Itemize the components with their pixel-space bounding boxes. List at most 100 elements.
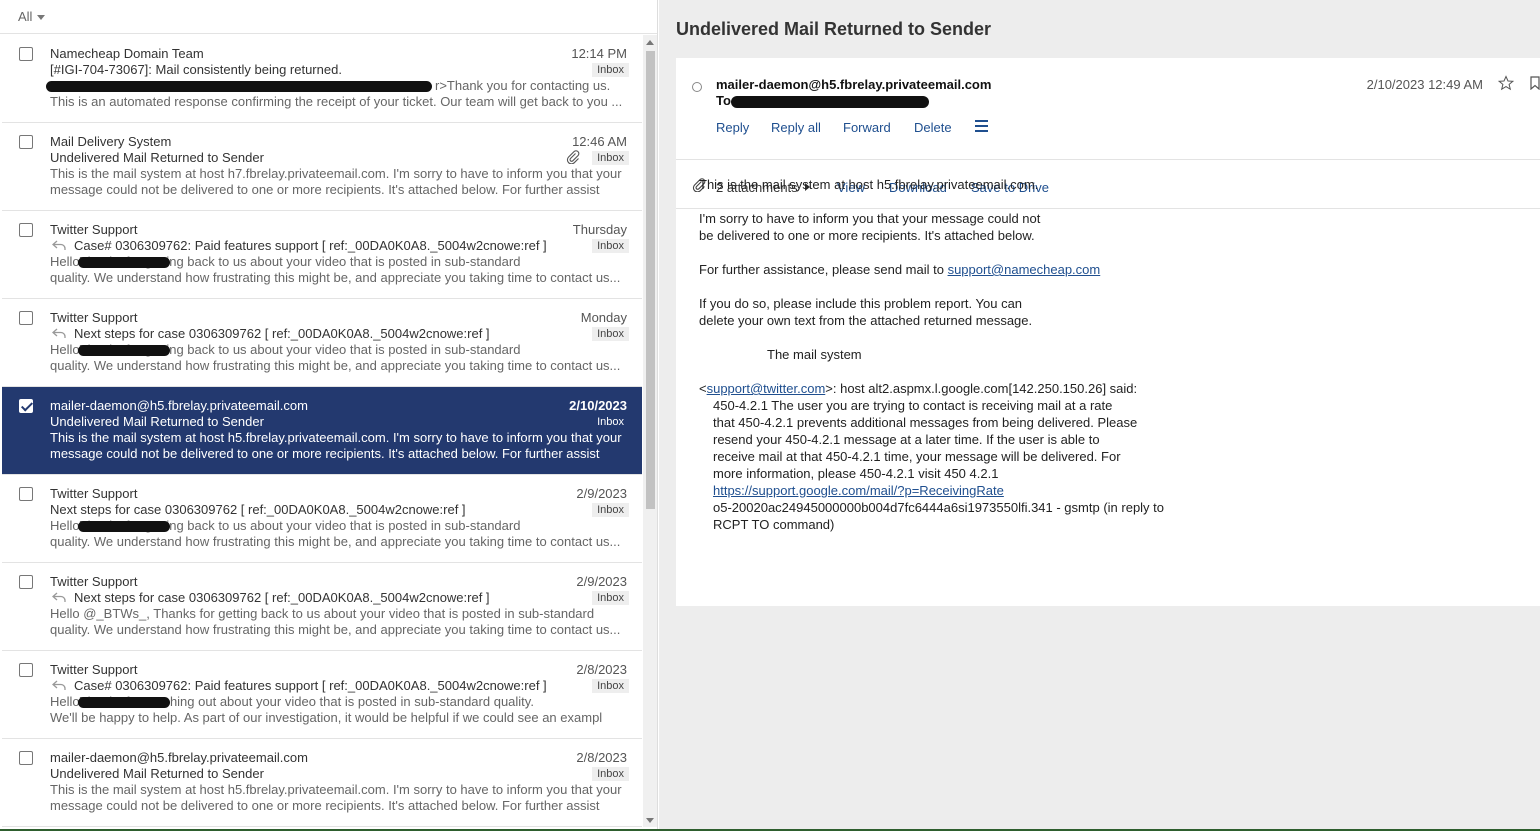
item-preview: This is the mail system at host h7.fbrel… — [50, 166, 622, 197]
select-checkbox[interactable] — [19, 47, 33, 61]
body-line: RCPT TO command) — [713, 517, 835, 532]
redacted-recipient — [731, 96, 929, 108]
body-line: be delivered to one or more recipients. … — [699, 228, 1035, 243]
scroll-up-icon[interactable] — [646, 40, 654, 45]
item-subject-text: Undelivered Mail Returned to Sender — [50, 414, 264, 429]
body-line: receive mail at that 450-4.2.1 time, you… — [713, 449, 1121, 464]
folder-badge: Inbox — [592, 63, 629, 77]
item-subject: Next steps for case 0306309762 [ ref:_00… — [50, 326, 490, 341]
folder-badge: Inbox — [592, 679, 629, 693]
select-checkbox[interactable] — [19, 311, 33, 325]
select-checkbox[interactable] — [19, 575, 33, 589]
select-checkbox[interactable] — [19, 399, 33, 413]
body-line: resend your 450-4.2.1 message at a later… — [713, 432, 1100, 447]
item-subject: Next steps for case 0306309762 [ ref:_00… — [50, 590, 490, 605]
item-subject: Case# 0306309762: Paid features support … — [50, 238, 547, 253]
message-list-item[interactable]: mailer-daemon@h5.fbrelay.privateemail.co… — [2, 387, 642, 475]
item-sender: mailer-daemon@h5.fbrelay.privateemail.co… — [50, 398, 308, 413]
google-support-link[interactable]: https://support.google.com/mail/?p=Recei… — [713, 483, 1004, 498]
body-line: https://support.google.com/mail/?p=Recei… — [699, 482, 1459, 499]
body-line: If you do so, please include this proble… — [699, 296, 1023, 311]
filter-dropdown[interactable]: All — [0, 0, 657, 34]
chevron-down-icon — [37, 15, 46, 20]
folder-badge: Inbox — [592, 239, 629, 253]
redaction-mark — [78, 257, 170, 268]
item-date: 2/9/2023 — [576, 486, 627, 501]
message-list-item[interactable]: Twitter Support 2/9/2023 Next steps for ca… — [2, 475, 642, 563]
body-line: For further assistance, please send mail… — [699, 262, 1101, 277]
twitter-support-link[interactable]: support@twitter.com — [707, 381, 826, 396]
message-list-item[interactable]: Namecheap Domain Team 12:14 PM [#IGI-704-7… — [2, 35, 642, 123]
replied-icon — [52, 240, 66, 250]
message-date: 2/10/2023 12:49 AM — [1366, 77, 1483, 92]
filter-label: All — [18, 9, 33, 24]
list-scrollbar[interactable] — [643, 35, 657, 827]
scrollbar-thumb[interactable] — [646, 51, 655, 509]
item-date: 2/9/2023 — [576, 574, 627, 589]
item-sender: Twitter Support — [50, 662, 138, 677]
message-header: mailer-daemon@h5.fbrelay.privateemail.co… — [676, 58, 1540, 160]
redaction-mark — [46, 81, 432, 92]
item-subject-text: Undelivered Mail Returned to Sender — [50, 150, 264, 165]
body-line: I'm sorry to have to inform you that you… — [699, 211, 1041, 226]
message-list-item[interactable]: Twitter Support Thursday Case# 0306309762:… — [2, 211, 642, 299]
body-line: delete your own text from the attached r… — [699, 313, 1033, 328]
folder-badge: Inbox — [592, 591, 629, 605]
select-checkbox[interactable] — [19, 751, 33, 765]
message-list-pane: All Namecheap Domain Team 12:14 PM [#IGI-7… — [0, 0, 658, 829]
support-email-link[interactable]: support@namecheap.com — [948, 262, 1101, 277]
item-subject: Undelivered Mail Returned to Sender — [50, 766, 264, 781]
reply-all-button[interactable]: Reply all — [771, 120, 821, 135]
item-subject: Undelivered Mail Returned to Sender — [50, 150, 264, 165]
star-icon[interactable] — [1498, 75, 1514, 91]
replied-icon — [52, 328, 66, 338]
reply-button[interactable]: Reply — [716, 120, 749, 135]
bookmark-icon[interactable] — [1530, 76, 1540, 90]
message-list-item[interactable]: Twitter Support Monday Next steps for case… — [2, 299, 642, 387]
item-date: 2/8/2023 — [576, 662, 627, 677]
item-sender: Twitter Support — [50, 222, 138, 237]
item-sender: Namecheap Domain Team — [50, 46, 204, 61]
sender-address[interactable]: mailer-daemon@h5.fbrelay.privateemail.co… — [716, 77, 991, 92]
message-list-item[interactable]: Mail Delivery System 12:46 AM Undelivered … — [2, 123, 642, 211]
select-checkbox[interactable] — [19, 663, 33, 677]
message-body: This is the mail system at host h5.fbrel… — [699, 176, 1459, 533]
select-checkbox[interactable] — [19, 223, 33, 237]
mail-app: All Namecheap Domain Team 12:14 PM [#IGI-7… — [0, 0, 1540, 831]
body-line: that 450-4.2.1 prevents additional messa… — [713, 415, 1138, 430]
message-list-item[interactable]: Twitter Support 2/9/2023 Next steps for ca… — [2, 563, 642, 651]
item-preview: Hello @_BTWs_, Thanks for getting back t… — [50, 606, 621, 637]
item-date: 2/10/2023 — [569, 398, 627, 413]
read-status-icon[interactable] — [692, 82, 702, 92]
item-sender: Twitter Support — [50, 574, 138, 589]
item-subject-text: Case# 0306309762: Paid features support … — [74, 238, 547, 253]
select-checkbox[interactable] — [19, 487, 33, 501]
reading-pane: Undelivered Mail Returned to Sender mail… — [659, 0, 1540, 829]
folder-badge: Inbox — [592, 503, 629, 517]
body-line: more information, please 450-4.2.1 visit… — [713, 466, 999, 481]
folder-badge: Inbox — [592, 415, 629, 429]
item-subject-text: Case# 0306309762: Paid features support … — [74, 678, 547, 693]
delete-button[interactable]: Delete — [914, 120, 952, 135]
item-sender: Twitter Support — [50, 310, 138, 325]
item-subject-text: Undelivered Mail Returned to Sender — [50, 766, 264, 781]
body-line: The mail system — [767, 347, 862, 362]
select-checkbox[interactable] — [19, 135, 33, 149]
folder-badge: Inbox — [592, 151, 629, 165]
item-subject: Case# 0306309762: Paid features support … — [50, 678, 547, 693]
item-sender: mailer-daemon@h5.fbrelay.privateemail.co… — [50, 750, 308, 765]
forward-button[interactable]: Forward — [843, 120, 891, 135]
item-subject: Next steps for case 0306309762 [ ref:_00… — [50, 502, 466, 517]
item-date: Thursday — [572, 222, 627, 237]
item-subject-text: [#IGI-704-73067]: Mail consistently bein… — [50, 62, 342, 77]
message-list: Namecheap Domain Team 12:14 PM [#IGI-704-7… — [2, 35, 642, 827]
body-line: This is the mail system at host h5.fbrel… — [699, 177, 1039, 192]
message-list-item[interactable]: mailer-daemon@h5.fbrelay.privateemail.co… — [2, 739, 642, 827]
item-preview: This is the mail system at host h5.fbrel… — [50, 430, 622, 461]
more-actions-menu-icon[interactable] — [975, 120, 988, 132]
redaction-mark — [78, 697, 170, 708]
item-subject-text: Next steps for case 0306309762 [ ref:_00… — [74, 590, 490, 605]
item-date: Monday — [580, 310, 627, 325]
message-list-item[interactable]: Twitter Support 2/8/2023 Case# 0306309762:… — [2, 651, 642, 739]
scroll-down-icon[interactable] — [646, 818, 654, 823]
